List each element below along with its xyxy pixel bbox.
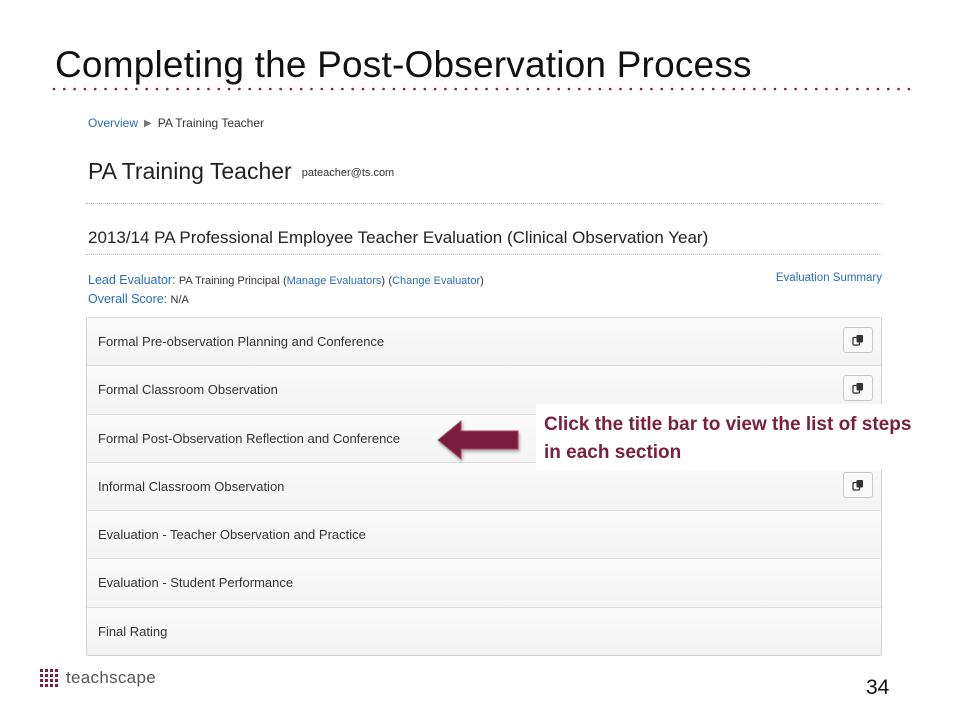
- evaluation-title: 2013/14 PA Professional Employee Teacher…: [88, 228, 709, 247]
- app-screenshot: Overview ▶ PA Training Teacher PA Training…: [86, 108, 886, 658]
- section-title: Informal Classroom Observation: [98, 478, 285, 494]
- left-arrow-icon: [437, 419, 519, 461]
- breadcrumb-current: PA Training Teacher: [157, 116, 265, 130]
- copy-icon: [852, 479, 863, 491]
- overall-score-label: Overall Score:: [88, 292, 168, 306]
- section-row-teacher-practice[interactable]: Evaluation - Teacher Observation and Pra…: [87, 510, 881, 559]
- section-list: Formal Pre-observation Planning and Conf…: [86, 317, 882, 657]
- copy-icon: [852, 335, 863, 346]
- change-evaluator-link[interactable]: Change Evaluator: [392, 275, 480, 287]
- section-row-final-rating[interactable]: Final Rating: [87, 606, 881, 656]
- copy-button[interactable]: [843, 327, 873, 353]
- slide-title: Completing the Post-Observation Process: [55, 44, 752, 85]
- manage-evaluators-link[interactable]: Manage Evaluators: [287, 275, 382, 287]
- divider: [86, 203, 882, 204]
- breadcrumb: Overview ▶ PA Training Teacher: [88, 116, 264, 130]
- triangle-right-icon: ▶: [144, 118, 152, 129]
- evaluation-meta: Lead Evaluator: PA Training Principal (M…: [88, 271, 484, 309]
- paren: ): [381, 275, 386, 287]
- lead-evaluator-label: Lead Evaluator:: [88, 273, 176, 287]
- evaluation-summary-link[interactable]: Evaluation Summary: [776, 272, 882, 284]
- logo-text: teachscape: [66, 668, 156, 687]
- section-title: Formal Pre-observation Planning and Conf…: [98, 334, 385, 349]
- teachscape-logo: teachscape: [40, 668, 156, 688]
- paren: ): [480, 275, 484, 287]
- section-row-pre-observation[interactable]: Formal Pre-observation Planning and Conf…: [87, 318, 881, 366]
- lead-evaluator-line: Lead Evaluator: PA Training Principal (M…: [88, 271, 484, 290]
- copy-button[interactable]: [843, 375, 873, 402]
- copy-icon: [852, 383, 863, 394]
- divider: [86, 254, 882, 255]
- overall-score-line: Overall Score: N/A: [88, 290, 484, 309]
- title-dotted-rule: [52, 87, 914, 91]
- callout-text: Click the title bar to view the list of …: [544, 414, 912, 463]
- lead-evaluator-value: PA Training Principal: [178, 275, 280, 287]
- overall-score-value: N/A: [170, 294, 189, 306]
- section-title: Formal Post-Observation Reflection and C…: [98, 430, 401, 446]
- teacher-name: PA Training Teacher: [88, 158, 292, 184]
- section-title: Final Rating: [98, 623, 168, 639]
- teacher-email: pateacher@ts.com: [301, 167, 395, 179]
- copy-button[interactable]: [843, 471, 873, 498]
- section-title: Formal Classroom Observation: [98, 382, 278, 398]
- breadcrumb-overview-link[interactable]: Overview: [88, 116, 138, 130]
- page-number: 34: [866, 676, 890, 699]
- logo-dot-grid-icon: [40, 669, 58, 687]
- section-title: Evaluation - Teacher Observation and Pra…: [98, 527, 366, 543]
- section-title: Evaluation - Student Performance: [98, 575, 294, 591]
- callout-box: Click the title bar to view the list of …: [536, 404, 916, 470]
- teacher-header: PA Training Teacher pateacher@ts.com: [88, 158, 394, 185]
- section-row-student-performance[interactable]: Evaluation - Student Performance: [87, 558, 881, 607]
